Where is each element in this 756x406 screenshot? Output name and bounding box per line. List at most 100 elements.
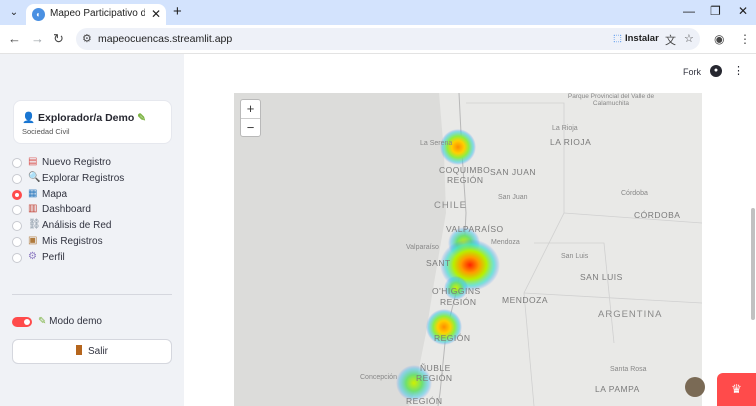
bookmark-star-icon[interactable]: ☆: [684, 32, 694, 45]
demo-mode-text: Modo demo: [49, 316, 102, 327]
sidebar: 👤 Explorador/a Demo ✎ Sociedad Civil ▤ N…: [0, 54, 184, 406]
map-label-city: Santa Rosa: [610, 366, 647, 373]
radio-button[interactable]: [12, 173, 22, 184]
map-label-region: REGIÓN: [406, 396, 443, 406]
map-label-province: MENDOZA: [502, 295, 548, 305]
zoom-out-button[interactable]: −: [241, 119, 260, 137]
back-icon[interactable]: ←: [8, 31, 21, 46]
nav-item-nuevo-registro[interactable]: ▤ Nuevo Registro: [12, 155, 177, 171]
sidebar-divider: [12, 294, 172, 295]
radio-button[interactable]: [12, 221, 22, 232]
tab-close-icon[interactable]: ✕: [151, 7, 161, 21]
map-label-region: REGIÓN: [440, 297, 477, 307]
map-label-city: Concepción: [360, 374, 397, 381]
map-label-region: REGIÓN: [434, 333, 471, 343]
map-label-city: La Serena: [420, 140, 453, 147]
map-label-region: REGIÓN: [447, 175, 484, 185]
browser-menu-icon[interactable]: ⋮: [739, 32, 751, 46]
gear-icon: ⚙: [28, 250, 37, 262]
map-label-region: COQUIMBO: [439, 165, 491, 175]
avatar[interactable]: [685, 377, 705, 397]
demo-mode-label: ✎ Modo demo: [38, 316, 102, 327]
map-label-province: SAN LUIS: [580, 272, 623, 282]
map-canvas: [234, 93, 702, 406]
nav-item-perfil[interactable]: ⚙ Perfil: [12, 250, 177, 266]
tab-search-icon[interactable]: ⌄: [6, 5, 22, 21]
logout-button[interactable]: Salir: [12, 339, 172, 364]
user-name-text: Explorador/a Demo: [38, 112, 135, 124]
nav-label: Análisis de Red: [42, 220, 112, 232]
map-label-province: SAN JUAN: [490, 167, 537, 177]
nav-item-dashboard[interactable]: ▥ Dashboard: [12, 202, 177, 218]
translate-icon[interactable]: 文: [665, 32, 676, 48]
toggle-knob: [24, 319, 30, 325]
nav-label: Mis Registros: [42, 235, 103, 247]
radio-button-selected[interactable]: [12, 189, 22, 200]
radio-button[interactable]: [12, 252, 22, 263]
main-menu-icon[interactable]: ⋮: [733, 64, 744, 77]
site-settings-icon[interactable]: ⚙: [82, 32, 92, 45]
memo-icon: ▤: [28, 156, 38, 167]
map-label-city: Córdoba: [621, 190, 648, 197]
browser-tab-active[interactable]: ◐ Mapeo Participativo de Cuencas ✕: [26, 4, 166, 25]
forward-icon[interactable]: →: [31, 31, 44, 46]
radio-button[interactable]: [12, 158, 22, 168]
nav-radio-group: ▤ Nuevo Registro 🔍 Explorar Registros ▦ …: [12, 155, 177, 266]
address-bar[interactable]: ⚙ mapeocuencas.streamlit.app ⬚ Instalar 文…: [76, 28, 700, 50]
bar-chart-icon: ▥: [28, 203, 38, 215]
window-close-icon[interactable]: ✕: [738, 4, 748, 18]
minimize-icon[interactable]: —: [683, 4, 695, 18]
streamlit-favicon-icon: ◐: [32, 8, 45, 21]
user-silhouette-icon: 👤: [22, 112, 36, 124]
nav-item-analisis-de-red[interactable]: ⛓ Análisis de Red: [12, 218, 177, 234]
map-label-country: ARGENTINA: [598, 309, 663, 320]
pencil-icon: ✎: [38, 316, 47, 327]
user-name: 👤 Explorador/a Demo ✎: [22, 111, 146, 124]
zoom-control: + −: [240, 99, 261, 137]
github-icon[interactable]: ●: [710, 65, 722, 77]
radio-button[interactable]: [12, 236, 22, 247]
demo-mode-toggle[interactable]: [12, 317, 32, 327]
nav-item-explorar-registros[interactable]: 🔍 Explorar Registros: [12, 171, 177, 187]
nav-item-mapa[interactable]: ▦ Mapa: [12, 187, 177, 203]
nav-item-mis-registros[interactable]: ▣ Mis Registros: [12, 234, 177, 250]
new-tab-icon[interactable]: +: [173, 3, 182, 20]
install-icon: ⬚: [613, 33, 622, 44]
radio-button[interactable]: [12, 205, 22, 216]
map-label-region: O'HIGGINS: [432, 286, 481, 296]
link-icon: ⛓: [28, 219, 41, 231]
tab-title: Mapeo Participativo de Cuencas: [50, 8, 145, 19]
nav-label: Dashboard: [42, 204, 91, 216]
map-icon: ▦: [28, 187, 38, 199]
page-scrollbar[interactable]: [751, 208, 755, 320]
logout-label: Salir: [87, 346, 108, 357]
map-label-region: ÑUBLE: [420, 363, 451, 373]
map-label-city: La Rioja: [552, 125, 578, 132]
install-label: Instalar: [624, 33, 659, 44]
reload-icon[interactable]: ↻: [53, 31, 64, 47]
install-app-button[interactable]: ⬚ Instalar: [608, 31, 664, 47]
heatmap-map[interactable]: + − Parque Provincial del Valle de Calam…: [234, 93, 702, 406]
map-label-region: SANT: [426, 258, 451, 268]
profile-icon[interactable]: ◉: [714, 32, 724, 46]
magnifier-icon: 🔍: [28, 171, 41, 183]
url-text[interactable]: mapeocuencas.streamlit.app: [98, 33, 232, 45]
map-label-region: REGIÓN: [416, 373, 453, 383]
map-label-province: LA PAMPA: [595, 384, 640, 394]
map-label-park: Parque Provincial del Valle de Calamuchi…: [567, 93, 655, 107]
browser-toolbar: ← → ↻ ⚙ mapeocuencas.streamlit.app ⬚ Inst…: [0, 25, 756, 54]
clipboard-icon: ▣: [28, 234, 38, 246]
streamlit-crown-icon[interactable]: ♛: [717, 373, 756, 406]
heat-spot: [440, 129, 476, 165]
province-border: [563, 212, 702, 224]
map-label-city: San Juan: [498, 194, 528, 201]
pencil-icon: ✎: [137, 112, 147, 124]
door-icon: [75, 345, 82, 355]
nav-label: Mapa: [42, 188, 68, 200]
nav-label: Nuevo Registro: [42, 157, 111, 168]
fork-button[interactable]: Fork: [683, 67, 701, 77]
map-label-province: CÓRDOBA: [634, 210, 681, 220]
nav-label: Perfil: [42, 251, 65, 263]
zoom-in-button[interactable]: +: [241, 100, 260, 118]
restore-icon[interactable]: ❐: [710, 4, 721, 18]
